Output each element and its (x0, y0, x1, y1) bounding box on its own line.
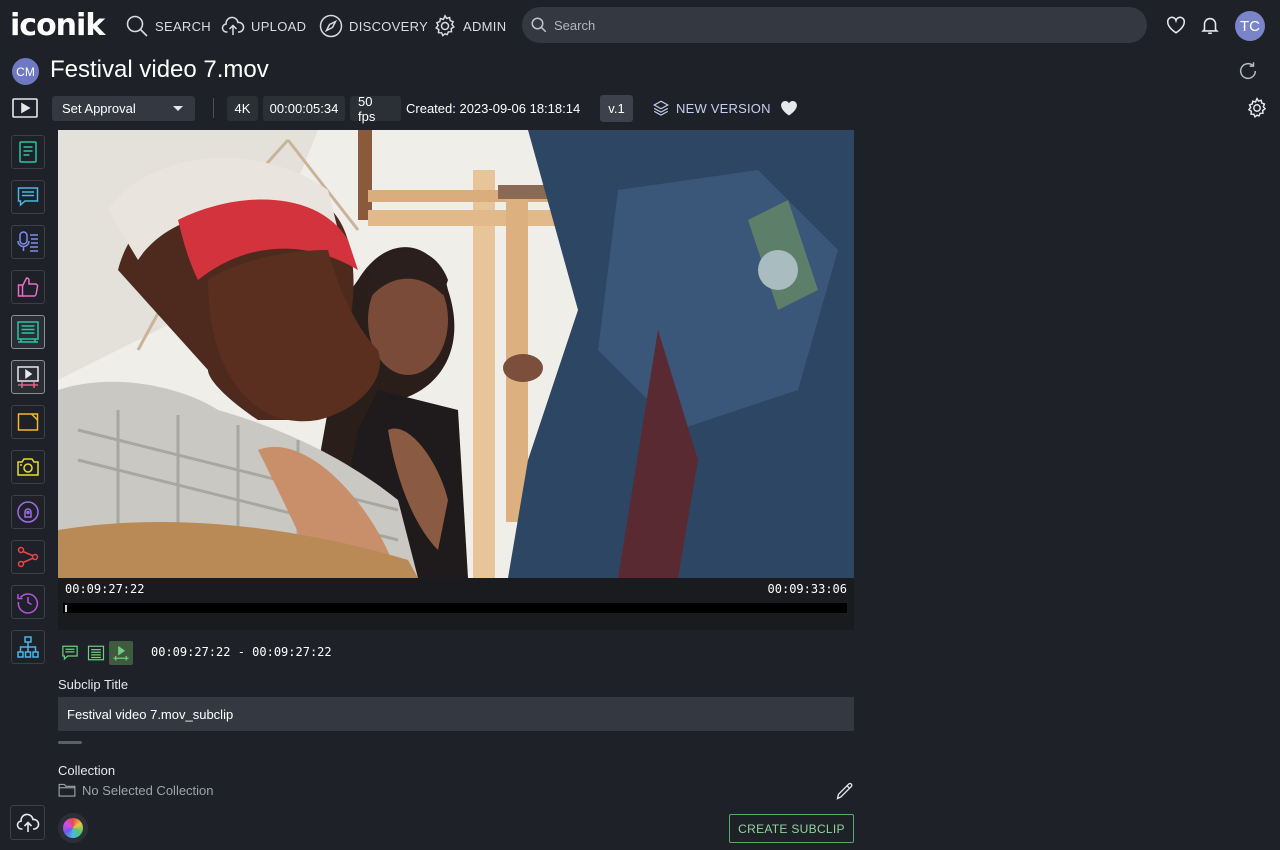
new-version-label: NEW VERSION (676, 100, 771, 116)
sidebar-transcription[interactable] (11, 225, 45, 259)
sidebar-history[interactable] (11, 585, 45, 619)
video-frame-image (58, 130, 854, 578)
collection-selector[interactable]: No Selected Collection (58, 782, 214, 798)
nav-upload-label: UPLOAD (251, 18, 307, 34)
sidebar-share[interactable] (11, 540, 45, 574)
color-wheel-icon (63, 818, 83, 838)
timecode-start: 00:09:27:22 (65, 582, 145, 596)
comments-icon (17, 187, 39, 207)
metadata-icon (19, 141, 37, 163)
color-picker[interactable] (58, 813, 88, 843)
nav-search[interactable]: SEARCH (125, 12, 211, 40)
chevron-down-icon (173, 106, 183, 111)
search-input[interactable] (554, 17, 1114, 33)
version-selector[interactable]: v.1 (600, 95, 633, 122)
compass-icon (319, 14, 343, 38)
segment-mode-button[interactable] (84, 641, 108, 665)
folder-icon (58, 783, 76, 797)
create-subclip-button[interactable]: CREATE SUBCLIP (729, 814, 854, 843)
sidebar-metadata[interactable] (11, 135, 45, 169)
sidebar-upload[interactable] (10, 805, 45, 840)
player-timeline: 00:09:27:22 00:09:33:06 (58, 578, 854, 630)
cloud-upload-icon (16, 813, 39, 832)
gear-icon (435, 14, 455, 37)
history-clock-icon (17, 593, 39, 614)
bell-icon[interactable] (1199, 14, 1221, 36)
layers-icon (653, 100, 669, 116)
sidebar-comments[interactable] (11, 180, 45, 214)
cloud-upload-icon (221, 16, 245, 35)
sidebar-subclip[interactable] (11, 360, 45, 394)
sidebar-relations[interactable] (11, 630, 45, 664)
camera-icon (17, 458, 39, 476)
sidebar-approval[interactable] (11, 270, 45, 304)
lock-circle-icon (17, 501, 39, 523)
subclip-icon (113, 645, 129, 661)
approval-dropdown[interactable]: Set Approval (52, 96, 195, 121)
toolbar-divider (213, 98, 214, 118)
asset-title: Festival video 7.mov (50, 56, 269, 83)
subclip-title-label: Subclip Title (58, 677, 129, 692)
note-icon (17, 413, 39, 431)
created-date: Created: 2023-09-06 18:18:14 (406, 101, 581, 116)
playhead-handle[interactable] (65, 605, 67, 612)
sidebar-snapshot[interactable] (11, 450, 45, 484)
comment-icon (62, 645, 78, 661)
share-icon (17, 546, 39, 568)
thumbs-up-icon (17, 277, 39, 297)
collection-value: No Selected Collection (82, 782, 214, 798)
new-version-button[interactable]: NEW VERSION (652, 99, 771, 117)
iconik-logo[interactable]: iconik (10, 8, 105, 43)
fps-badge: 50 fps (350, 94, 401, 124)
refresh-icon[interactable] (1237, 60, 1259, 82)
collection-label: Collection (58, 763, 116, 778)
resolution-badge: 4K (227, 96, 258, 121)
segments-list-icon (17, 321, 39, 343)
pencil-edit-icon[interactable] (835, 781, 855, 801)
nav-discovery-label: DISCOVERY (349, 18, 429, 34)
favorite-heart-icon[interactable] (779, 98, 799, 118)
timecode-end: 00:09:33:06 (767, 582, 847, 596)
nav-admin[interactable]: ADMIN (433, 12, 506, 40)
nav-upload[interactable]: UPLOAD (221, 12, 306, 40)
approval-dropdown-label: Set Approval (62, 101, 136, 116)
search-icon (531, 17, 547, 33)
scrub-bar[interactable] (63, 603, 847, 613)
user-avatar[interactable]: TC (1235, 11, 1265, 41)
nav-search-label: SEARCH (155, 18, 211, 34)
segments-list-icon (87, 645, 105, 661)
video-preview[interactable] (58, 130, 854, 578)
favorites-heart-icon[interactable] (1165, 14, 1187, 36)
subclip-title-input[interactable] (58, 697, 854, 731)
player-view-icon[interactable] (12, 97, 38, 119)
subclip-icon (17, 366, 39, 388)
settings-gear-icon[interactable] (1246, 97, 1268, 119)
comment-mode-button[interactable] (58, 641, 82, 665)
search-icon (126, 15, 148, 37)
sidebar-annotations[interactable] (11, 405, 45, 439)
duration-badge: 00:00:05:34 (263, 96, 345, 121)
nav-admin-label: ADMIN (463, 18, 507, 34)
transcription-icon (17, 231, 38, 252)
owner-avatar: CM (12, 58, 39, 85)
sidebar-segments[interactable] (11, 315, 45, 349)
hierarchy-icon (17, 636, 39, 658)
sidebar-permissions[interactable] (11, 495, 45, 529)
subclip-mode-button[interactable] (109, 641, 133, 665)
subclip-range: 00:09:27:22 - 00:09:27:22 (151, 645, 332, 659)
nav-discovery[interactable]: DISCOVERY (319, 12, 428, 40)
progress-indicator (58, 741, 82, 744)
top-bar: iconik SEARCH UPLOAD DISCOVERY ADMIN TC (0, 0, 1280, 52)
global-search[interactable] (522, 7, 1147, 43)
